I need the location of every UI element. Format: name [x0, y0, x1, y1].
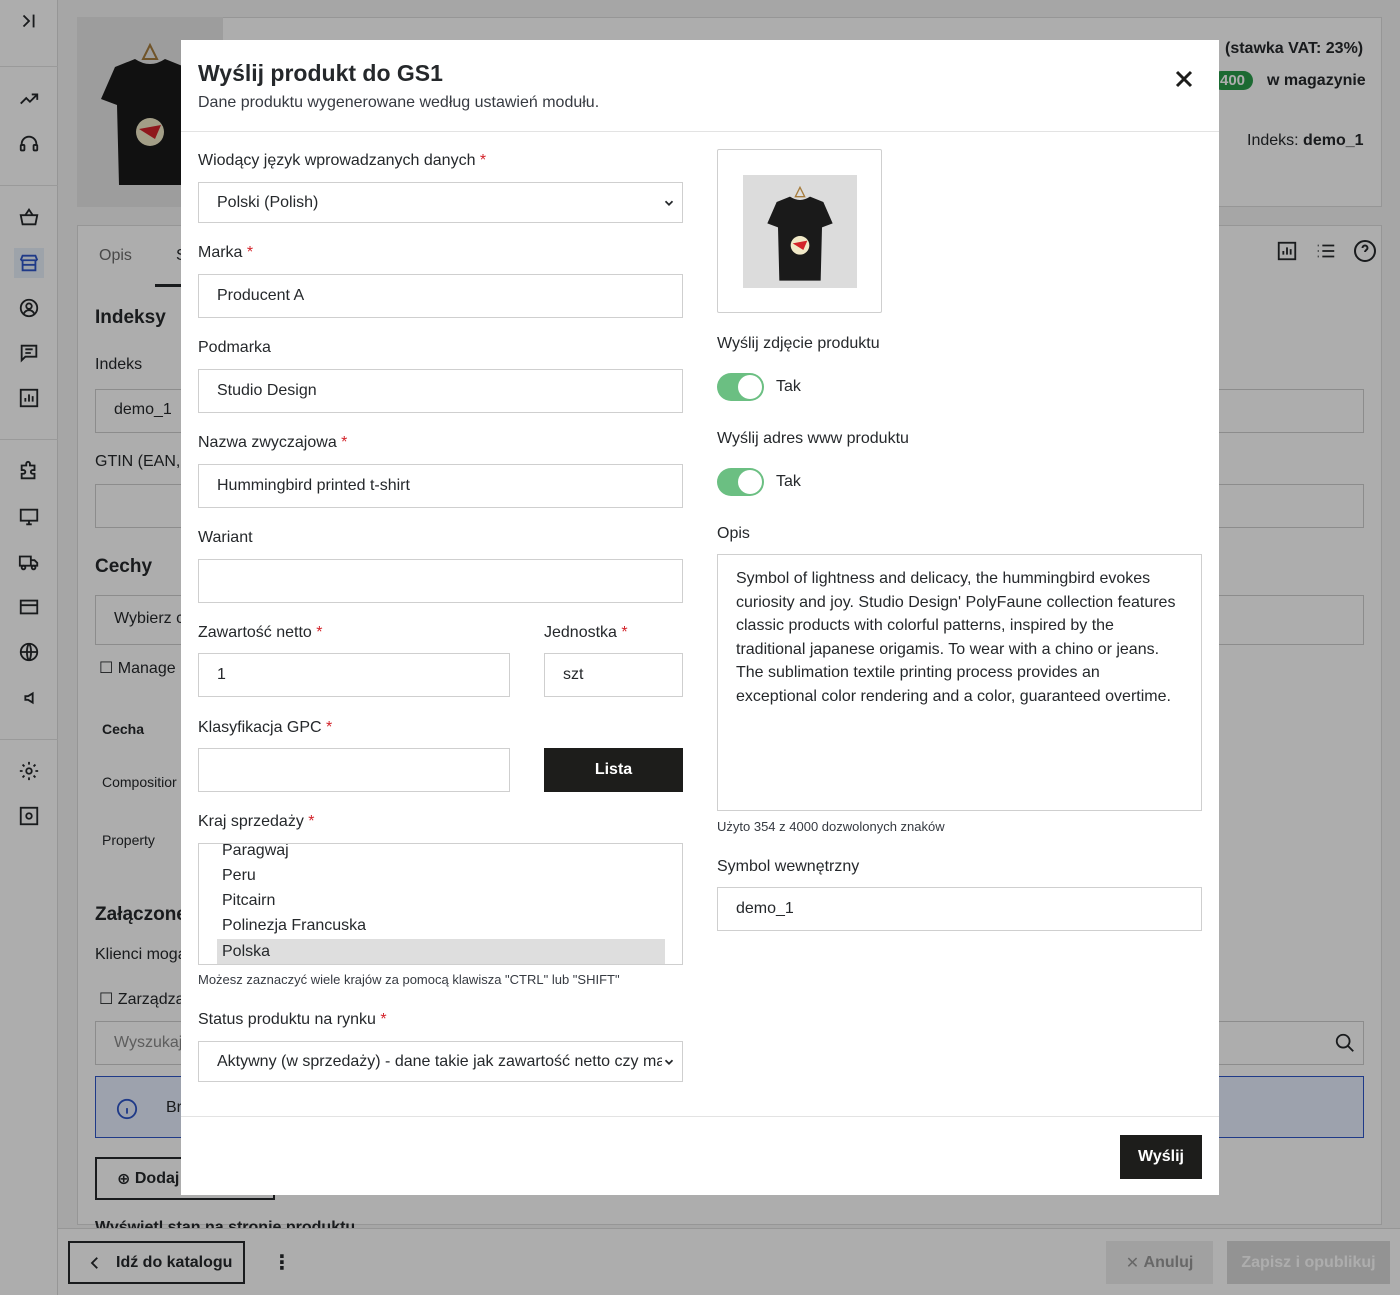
send-image-toggle[interactable]	[717, 373, 764, 401]
language-select[interactable]: Polski (Polish)	[198, 182, 683, 223]
internal-symbol-input[interactable]: demo_1	[717, 887, 1202, 931]
gs1-send-modal: Wyślij produkt do GS1 Dane produktu wyge…	[181, 40, 1219, 1195]
market-status-select[interactable]: Aktywny (w sprzedaży) - dane takie jak z…	[198, 1041, 683, 1082]
product-image-preview	[717, 149, 882, 313]
modal-header: Wyślij produkt do GS1 Dane produktu wyge…	[181, 40, 1219, 132]
net-content-input[interactable]: 1	[198, 653, 510, 697]
subbrand-input[interactable]: Studio Design	[198, 369, 683, 413]
country-option-selected[interactable]: Polska	[217, 939, 665, 964]
subbrand-label: Podmarka	[198, 339, 271, 356]
description-char-counter: Użyto 354 z 4000 dozwolonych znaków	[717, 819, 945, 834]
send-url-value: Tak	[776, 473, 801, 490]
language-label: Wiodący język wprowadzanych danych *	[198, 152, 487, 169]
internal-symbol-label: Symbol wewnętrzny	[717, 858, 860, 875]
unit-label: Jednostka *	[544, 624, 628, 641]
variant-input[interactable]	[198, 559, 683, 603]
country-help-text: Możesz zaznaczyć wiele krajów za pomocą …	[198, 972, 620, 987]
description-textarea[interactable]: Symbol of lightness and delicacy, the hu…	[717, 554, 1202, 811]
send-image-value: Tak	[776, 378, 801, 395]
close-button[interactable]	[1169, 64, 1199, 94]
modal-footer: Wyślij	[181, 1116, 1219, 1195]
market-status-label: Status produktu na rynku *	[198, 1011, 387, 1028]
modal-subtitle: Dane produktu wygenerowane według ustawi…	[198, 94, 600, 111]
brand-input[interactable]: Producent A	[198, 274, 683, 318]
brand-label: Marka *	[198, 244, 254, 261]
country-listbox[interactable]: Paragwaj Peru Pitcairn Polinezja Francus…	[198, 843, 683, 965]
description-label: Opis	[717, 525, 750, 542]
common-name-input[interactable]: Hummingbird printed t-shirt	[198, 464, 683, 508]
country-option[interactable]: Peru	[199, 863, 647, 888]
common-name-label: Nazwa zwyczajowa *	[198, 434, 348, 451]
unit-input[interactable]: szt	[544, 653, 683, 697]
country-option[interactable]: Paragwaj	[199, 844, 647, 863]
send-url-label: Wyślij adres www produktu	[717, 430, 909, 447]
country-option[interactable]: Polinezja Francuska	[199, 913, 647, 938]
product-image	[743, 175, 857, 288]
gpc-input[interactable]	[198, 748, 510, 792]
modal-title: Wyślij produkt do GS1	[198, 60, 443, 86]
chevron-down-icon	[662, 1054, 676, 1069]
send-url-toggle[interactable]	[717, 468, 764, 496]
chevron-down-icon	[664, 200, 674, 206]
country-option[interactable]: Pitcairn	[199, 888, 647, 913]
gpc-list-button[interactable]: Lista	[544, 748, 683, 792]
send-image-label: Wyślij zdjęcie produktu	[717, 335, 880, 352]
net-content-label: Zawartość netto *	[198, 624, 323, 641]
send-button[interactable]: Wyślij	[1120, 1135, 1202, 1179]
country-label: Kraj sprzedaży *	[198, 813, 315, 830]
variant-label: Wariant	[198, 529, 253, 546]
gpc-label: Klasyfikacja GPC *	[198, 719, 333, 736]
close-icon	[1175, 70, 1193, 88]
